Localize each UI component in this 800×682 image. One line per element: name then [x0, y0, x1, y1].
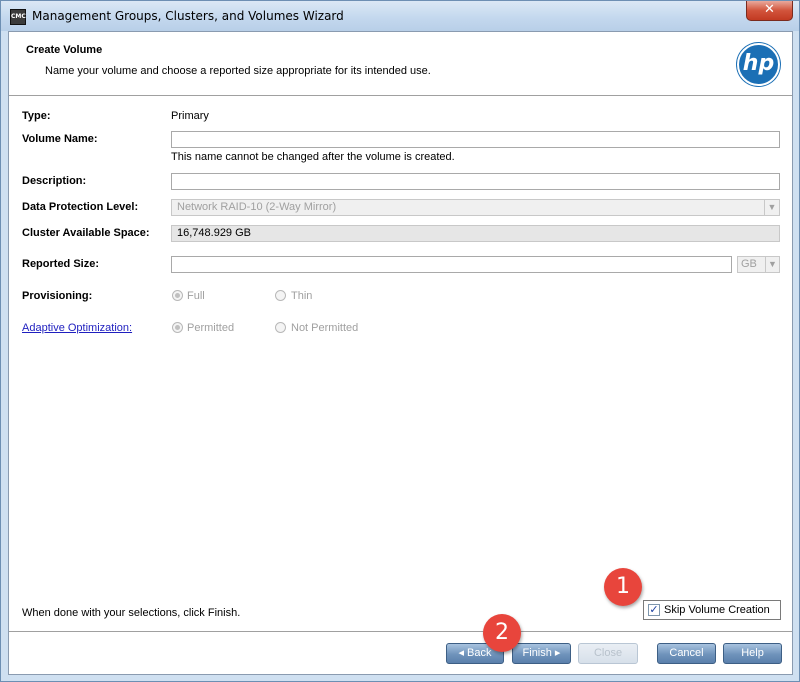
help-button[interactable]: Help: [723, 643, 782, 664]
reported-size-input[interactable]: [171, 256, 732, 273]
app-icon: CMC: [10, 9, 26, 25]
wizard-window: CMC Management Groups, Clusters, and Vol…: [0, 0, 800, 682]
size-unit-select[interactable]: GB ▼: [737, 256, 780, 273]
cluster-space-value: 16,748.929 GB: [171, 225, 780, 242]
volume-name-label: Volume Name:: [22, 133, 98, 145]
adaptive-not-permitted-radio[interactable]: [275, 322, 286, 333]
window-close-button[interactable]: ✕: [746, 1, 793, 21]
provisioning-full-radio[interactable]: [172, 290, 183, 301]
cluster-space-label: Cluster Available Space:: [22, 227, 150, 239]
adaptive-not-permitted-label: Not Permitted: [291, 322, 359, 334]
protection-label: Data Protection Level:: [22, 201, 139, 213]
provisioning-thin-label: Thin: [291, 290, 313, 302]
chevron-down-icon: ▼: [764, 200, 779, 215]
annotation-badge-2: 2: [483, 614, 521, 652]
close-button[interactable]: Close: [578, 643, 638, 664]
cancel-button[interactable]: Cancel: [657, 643, 716, 664]
finish-button-label: Finish: [522, 647, 552, 659]
finish-button[interactable]: Finish ▸: [512, 643, 571, 664]
provisioning-thin-radio[interactable]: [275, 290, 286, 301]
checkmark-icon: ✓: [648, 604, 660, 616]
volume-name-note: This name cannot be changed after the vo…: [171, 151, 455, 163]
type-value: Primary: [171, 110, 209, 122]
hp-logo: hp: [737, 43, 780, 86]
footer-divider: [9, 631, 792, 632]
protection-select[interactable]: Network RAID-10 (2-Way Mirror) ▼: [171, 199, 780, 216]
title-bar: CMC Management Groups, Clusters, and Vol…: [1, 1, 799, 31]
protection-value: Network RAID-10 (2-Way Mirror): [177, 201, 337, 213]
annotation-badge-1: 1: [604, 568, 642, 606]
skip-volume-creation-checkbox[interactable]: ✓ Skip Volume Creation: [643, 600, 781, 620]
type-label: Type:: [22, 110, 51, 122]
provisioning-label: Provisioning:: [22, 290, 93, 302]
description-input[interactable]: [171, 173, 780, 190]
adaptive-permitted-label: Permitted: [187, 322, 235, 334]
size-unit-value: GB: [741, 258, 757, 270]
description-label: Description:: [22, 175, 87, 187]
adaptive-permitted-radio[interactable]: [172, 322, 183, 333]
skip-volume-creation-label: Skip Volume Creation: [664, 604, 770, 616]
adaptive-optimization-link[interactable]: Adaptive Optimization:: [22, 322, 132, 334]
wizard-header: Create Volume Name your volume and choos…: [9, 32, 792, 96]
back-button-label: Back: [467, 647, 492, 659]
reported-size-label: Reported Size:: [22, 258, 100, 270]
provisioning-full-label: Full: [187, 290, 205, 302]
footer-instruction: When done with your selections, click Fi…: [22, 607, 241, 619]
wizard-body: Create Volume Name your volume and choos…: [8, 31, 793, 675]
volume-name-input[interactable]: [171, 131, 780, 148]
page-subtitle: Name your volume and choose a reported s…: [45, 65, 431, 77]
chevron-down-icon: ▼: [765, 257, 779, 272]
page-title: Create Volume: [26, 44, 103, 56]
window-title: Management Groups, Clusters, and Volumes…: [32, 9, 344, 23]
